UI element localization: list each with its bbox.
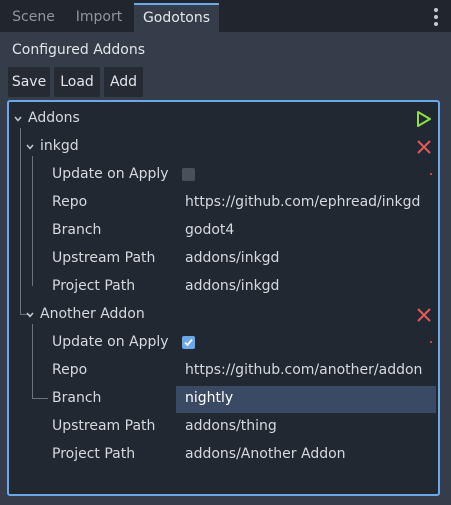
repo-value[interactable]: https://github.com/another/addon: [185, 360, 422, 380]
tab-import[interactable]: Import: [67, 3, 131, 32]
tree-guide-line: [20, 128, 21, 314]
checkmark-icon: [184, 338, 193, 347]
upstream-path-value[interactable]: addons/inkgd: [185, 248, 279, 268]
branch-label: Branch: [52, 390, 102, 406]
section-title: Configured Addons: [12, 42, 146, 58]
kebab-menu-icon[interactable]: [430, 8, 442, 26]
upstream-path-label: Upstream Path: [52, 250, 156, 266]
addon-name-inkgd[interactable]: inkgd: [40, 136, 79, 156]
project-path-value[interactable]: addons/Another Addon: [185, 444, 346, 464]
play-icon[interactable]: [415, 110, 433, 128]
tree-guide-line: [32, 398, 48, 399]
row-marker: [430, 173, 432, 175]
tab-bar: Scene Import Godotons: [0, 0, 451, 32]
addons-tree[interactable]: [7, 100, 440, 496]
load-button[interactable]: Load: [54, 67, 100, 97]
chevron-down-icon[interactable]: [25, 142, 35, 152]
update-on-apply-label: Update on Apply: [52, 166, 169, 182]
branch-value[interactable]: godot4: [185, 220, 234, 240]
tab-godotons[interactable]: Godotons: [134, 3, 219, 32]
row-marker: [430, 341, 432, 343]
chevron-down-icon[interactable]: [13, 114, 23, 124]
project-path-label: Project Path: [52, 446, 136, 462]
branch-label: Branch: [52, 222, 102, 238]
add-button[interactable]: Add: [104, 67, 143, 97]
upstream-path-label: Upstream Path: [52, 418, 156, 434]
repo-label: Repo: [52, 194, 88, 210]
close-icon[interactable]: [415, 138, 433, 156]
chevron-down-icon[interactable]: [25, 310, 35, 320]
tree-guide-line: [32, 324, 33, 399]
close-icon[interactable]: [415, 306, 433, 324]
save-button[interactable]: Save: [8, 67, 50, 97]
addon-name-another-addon[interactable]: Another Addon: [40, 304, 145, 324]
tab-scene[interactable]: Scene: [0, 3, 67, 32]
repo-label: Repo: [52, 362, 88, 378]
repo-value[interactable]: https://github.com/ephread/inkgd: [185, 192, 420, 212]
upstream-path-value[interactable]: addons/thing: [185, 416, 277, 436]
update-on-apply-checkbox[interactable]: [182, 336, 195, 349]
project-path-value[interactable]: addons/inkgd: [185, 276, 279, 296]
update-on-apply-label: Update on Apply: [52, 334, 169, 350]
project-path-label: Project Path: [52, 278, 136, 294]
update-on-apply-checkbox[interactable]: [182, 168, 195, 181]
branch-value-selected[interactable]: nightly: [185, 388, 233, 408]
tree-guide-line: [32, 156, 33, 286]
tree-root-label[interactable]: Addons: [28, 108, 80, 128]
